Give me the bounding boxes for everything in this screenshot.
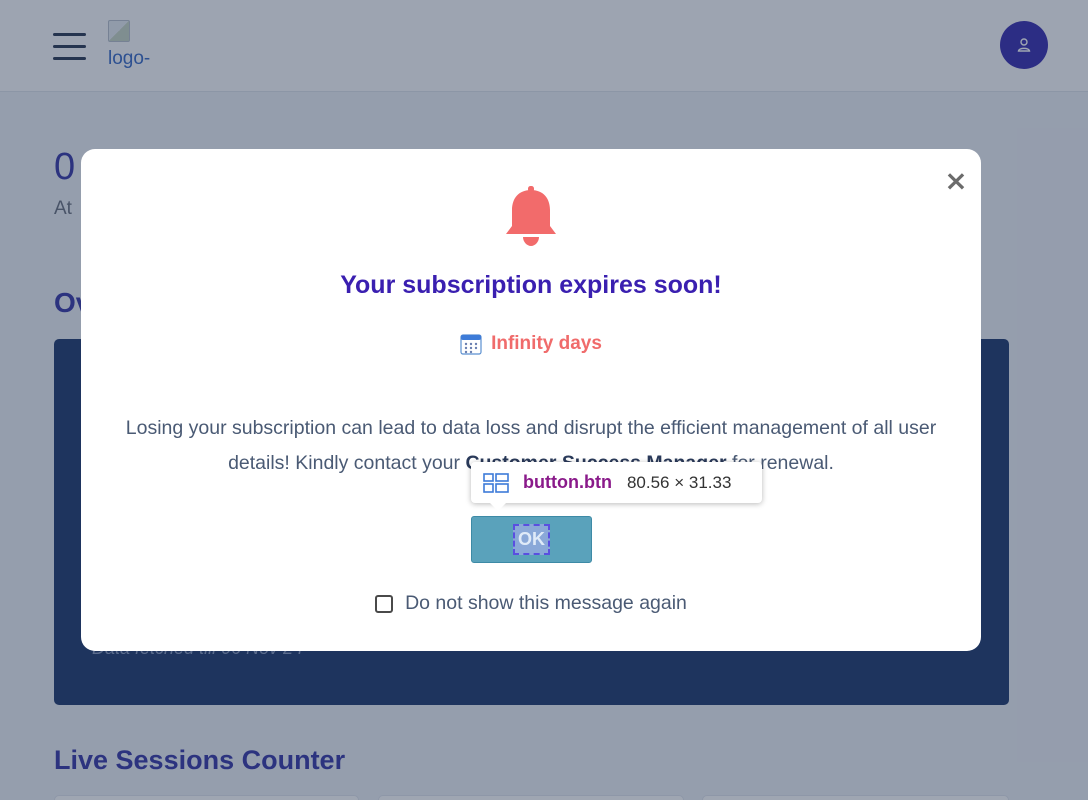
bell-icon: [506, 186, 556, 246]
tooltip-tag: button: [523, 472, 579, 492]
devtools-inspect-tooltip: button.btn 80.56 × 31.33: [471, 462, 762, 511]
modal-title: Your subscription expires soon!: [340, 271, 722, 299]
days-remaining-text: Infinity days: [491, 333, 602, 354]
tooltip-size: 80.56 × 31.33: [626, 472, 732, 492]
dont-show-again-checkbox[interactable]: [375, 594, 394, 613]
grid-layout-icon: [483, 472, 509, 493]
subscription-modal: × Your subscription expires soon! Infini…: [81, 149, 981, 651]
ok-button-label: OK: [513, 524, 550, 555]
days-remaining: Infinity days: [81, 333, 981, 355]
dont-show-again-row[interactable]: Do not show this message again: [81, 592, 981, 615]
dont-show-again-label[interactable]: Do not show this message again: [405, 592, 687, 615]
tooltip-class: .btn: [578, 472, 612, 492]
ok-button[interactable]: OK: [471, 516, 592, 563]
calendar-icon: [460, 334, 482, 355]
close-button[interactable]: ×: [942, 167, 970, 195]
tooltip-selector: button.btn: [523, 472, 612, 493]
